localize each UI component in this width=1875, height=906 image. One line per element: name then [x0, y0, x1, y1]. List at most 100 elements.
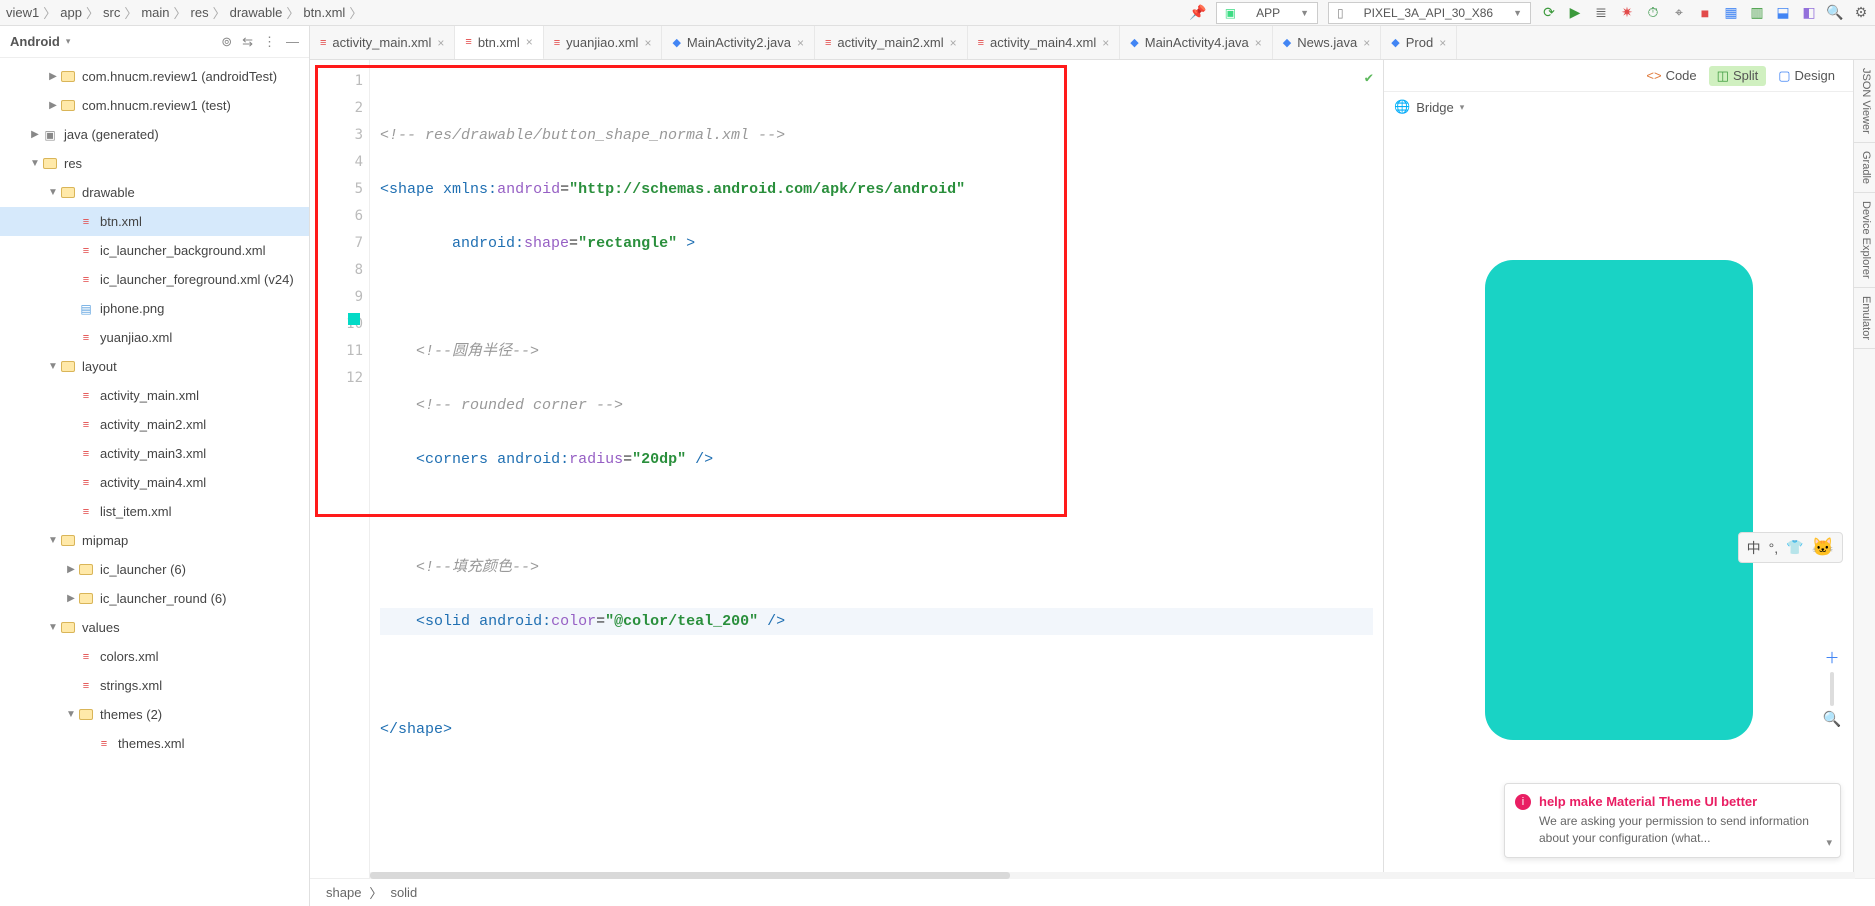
- apply-changes-icon[interactable]: ≣: [1593, 5, 1609, 21]
- tree-row[interactable]: ▼layout: [0, 352, 309, 381]
- chevron-down-icon[interactable]: ▾: [66, 36, 71, 47]
- close-icon[interactable]: ×: [1363, 36, 1370, 50]
- breadcrumb-segment[interactable]: btn.xml: [303, 5, 345, 20]
- tree-arrow-icon[interactable]: ▼: [46, 535, 60, 546]
- tree-row[interactable]: ▶ic_launcher_round (6): [0, 584, 309, 613]
- tree-row[interactable]: ▶ic_launcher (6): [0, 555, 309, 584]
- chevron-down-icon[interactable]: ▾: [1826, 836, 1832, 849]
- viewmode-code[interactable]: <>Code: [1638, 66, 1704, 85]
- tree-row[interactable]: ≡list_item.xml: [0, 497, 309, 526]
- toolwindow-gradle[interactable]: Gradle: [1854, 143, 1875, 193]
- close-icon[interactable]: ×: [526, 35, 533, 49]
- close-icon[interactable]: ×: [437, 36, 444, 50]
- hide-icon[interactable]: —: [286, 34, 299, 50]
- preview-mode-label[interactable]: Bridge: [1416, 100, 1454, 115]
- tree-row[interactable]: ▼values: [0, 613, 309, 642]
- zoom-fit-icon[interactable]: 🔍: [1823, 710, 1842, 728]
- target-icon[interactable]: ⊚: [221, 34, 232, 50]
- editor-tab[interactable]: ≡btn.xml×: [455, 26, 543, 60]
- breadcrumb-segment[interactable]: main: [141, 5, 169, 20]
- tree-row[interactable]: ≡activity_main2.xml: [0, 410, 309, 439]
- zoom-track[interactable]: [1830, 672, 1834, 706]
- breadcrumb-segment[interactable]: app: [60, 5, 82, 20]
- device-combo[interactable]: ▯ PIXEL_3A_API_30_X86 ▼: [1328, 2, 1531, 24]
- tree-row[interactable]: ≡colors.xml: [0, 642, 309, 671]
- tree-arrow-icon[interactable]: ▼: [46, 187, 60, 198]
- collapse-icon[interactable]: ⇆: [242, 34, 253, 50]
- stop-icon[interactable]: ■: [1697, 5, 1713, 21]
- avd-icon[interactable]: ▥: [1749, 5, 1765, 21]
- viewmode-split[interactable]: ◫Split: [1709, 66, 1767, 86]
- tree-row[interactable]: ≡ic_launcher_foreground.xml (v24): [0, 265, 309, 294]
- tree-row[interactable]: ▶▣java (generated): [0, 120, 309, 149]
- sdk-icon[interactable]: ⬓: [1775, 5, 1791, 21]
- tree-arrow-icon[interactable]: ▼: [64, 709, 78, 720]
- tree-row[interactable]: ▼drawable: [0, 178, 309, 207]
- inspection-ok-icon[interactable]: ✔: [1365, 66, 1373, 93]
- zoom-in-icon[interactable]: ＋: [1824, 647, 1839, 668]
- tree-row[interactable]: ▼res: [0, 149, 309, 178]
- ime-punct-icon[interactable]: °,: [1769, 540, 1779, 556]
- tree-row[interactable]: ≡activity_main.xml: [0, 381, 309, 410]
- editor-code[interactable]: ✔ <!-- res/drawable/button_shape_normal.…: [370, 60, 1383, 878]
- ime-lang[interactable]: 中: [1747, 538, 1761, 558]
- close-icon[interactable]: ×: [1102, 36, 1109, 50]
- editor-tab[interactable]: ≡yuanjiao.xml×: [544, 26, 663, 59]
- ime-skin-icon[interactable]: 👕: [1786, 539, 1803, 556]
- project-view-title[interactable]: Android: [10, 34, 60, 49]
- tree-arrow-icon[interactable]: ▼: [46, 622, 60, 633]
- zoom-control[interactable]: ＋ 🔍: [1821, 647, 1843, 728]
- breadcrumb[interactable]: view1〉app〉src〉main〉res〉drawable〉btn.xml〉: [6, 3, 362, 22]
- breadcrumb-segment[interactable]: src: [103, 5, 120, 20]
- tree-row[interactable]: ≡yuanjiao.xml: [0, 323, 309, 352]
- profile-icon[interactable]: ⏱: [1645, 5, 1661, 21]
- breadcrumb-segment[interactable]: drawable: [230, 5, 283, 20]
- close-icon[interactable]: ×: [1439, 36, 1446, 50]
- editor-tab[interactable]: ≡activity_main4.xml×: [968, 26, 1121, 59]
- tree-arrow-icon[interactable]: ▼: [28, 158, 42, 169]
- editor-tab[interactable]: ≡activity_main.xml×: [310, 26, 455, 59]
- search-icon[interactable]: 🔍: [1827, 5, 1843, 21]
- debug-icon[interactable]: ✷: [1619, 5, 1635, 21]
- close-icon[interactable]: ×: [644, 36, 651, 50]
- resource-manager-icon[interactable]: ◧: [1801, 5, 1817, 21]
- color-gutter-chip[interactable]: [348, 313, 360, 325]
- toolwindow-device-explorer[interactable]: Device Explorer: [1854, 193, 1875, 288]
- attach-debugger-icon[interactable]: ⌖: [1671, 5, 1687, 21]
- editor-tab[interactable]: ◆MainActivity2.java×: [662, 26, 815, 59]
- settings-icon[interactable]: ⚙: [1853, 5, 1869, 21]
- pin-icon[interactable]: 📌: [1190, 5, 1206, 21]
- tree-arrow-icon[interactable]: ▶: [28, 129, 42, 140]
- tree-row[interactable]: ▶com.hnucm.review1 (androidTest): [0, 62, 309, 91]
- more-icon[interactable]: ⋮: [263, 34, 276, 50]
- tree-row[interactable]: ≡activity_main4.xml: [0, 468, 309, 497]
- ime-toolbar[interactable]: 中 °, 👕 🐱: [1738, 532, 1843, 563]
- tree-row[interactable]: ≡strings.xml: [0, 671, 309, 700]
- h-scrollbar-thumb[interactable]: [370, 872, 1010, 879]
- sync-icon[interactable]: ⟳: [1541, 5, 1557, 21]
- run-icon[interactable]: ▶: [1567, 5, 1583, 21]
- toolwindow-json-viewer[interactable]: JSON Viewer: [1854, 60, 1875, 143]
- editor-tab[interactable]: ≡activity_main2.xml×: [815, 26, 968, 59]
- close-icon[interactable]: ×: [1255, 36, 1262, 50]
- tree-row[interactable]: ▼mipmap: [0, 526, 309, 555]
- tree-arrow-icon[interactable]: ▶: [46, 100, 60, 111]
- editor-tab[interactable]: ◆MainActivity4.java×: [1120, 26, 1273, 59]
- run-config-combo[interactable]: ▣ APP ▼: [1216, 2, 1318, 24]
- breadcrumb-node[interactable]: solid: [390, 885, 417, 900]
- tree-arrow-icon[interactable]: ▶: [64, 564, 78, 575]
- tree-row[interactable]: ≡activity_main3.xml: [0, 439, 309, 468]
- tree-row[interactable]: ▤iphone.png: [0, 294, 309, 323]
- notification-popup[interactable]: i help make Material Theme UI better We …: [1504, 783, 1841, 858]
- close-icon[interactable]: ×: [797, 36, 804, 50]
- breadcrumb-node[interactable]: shape: [326, 885, 361, 900]
- tree-arrow-icon[interactable]: ▶: [64, 593, 78, 604]
- editor-tab[interactable]: ◆News.java×: [1273, 26, 1381, 59]
- tree-row[interactable]: ≡btn.xml: [0, 207, 309, 236]
- editor-tab[interactable]: ◆Prod×: [1381, 26, 1457, 59]
- project-tree[interactable]: ▶com.hnucm.review1 (androidTest)▶com.hnu…: [0, 58, 309, 906]
- breadcrumb-segment[interactable]: res: [191, 5, 209, 20]
- tree-row[interactable]: ▼themes (2): [0, 700, 309, 729]
- breadcrumb-segment[interactable]: view1: [6, 5, 39, 20]
- tree-row[interactable]: ▶com.hnucm.review1 (test): [0, 91, 309, 120]
